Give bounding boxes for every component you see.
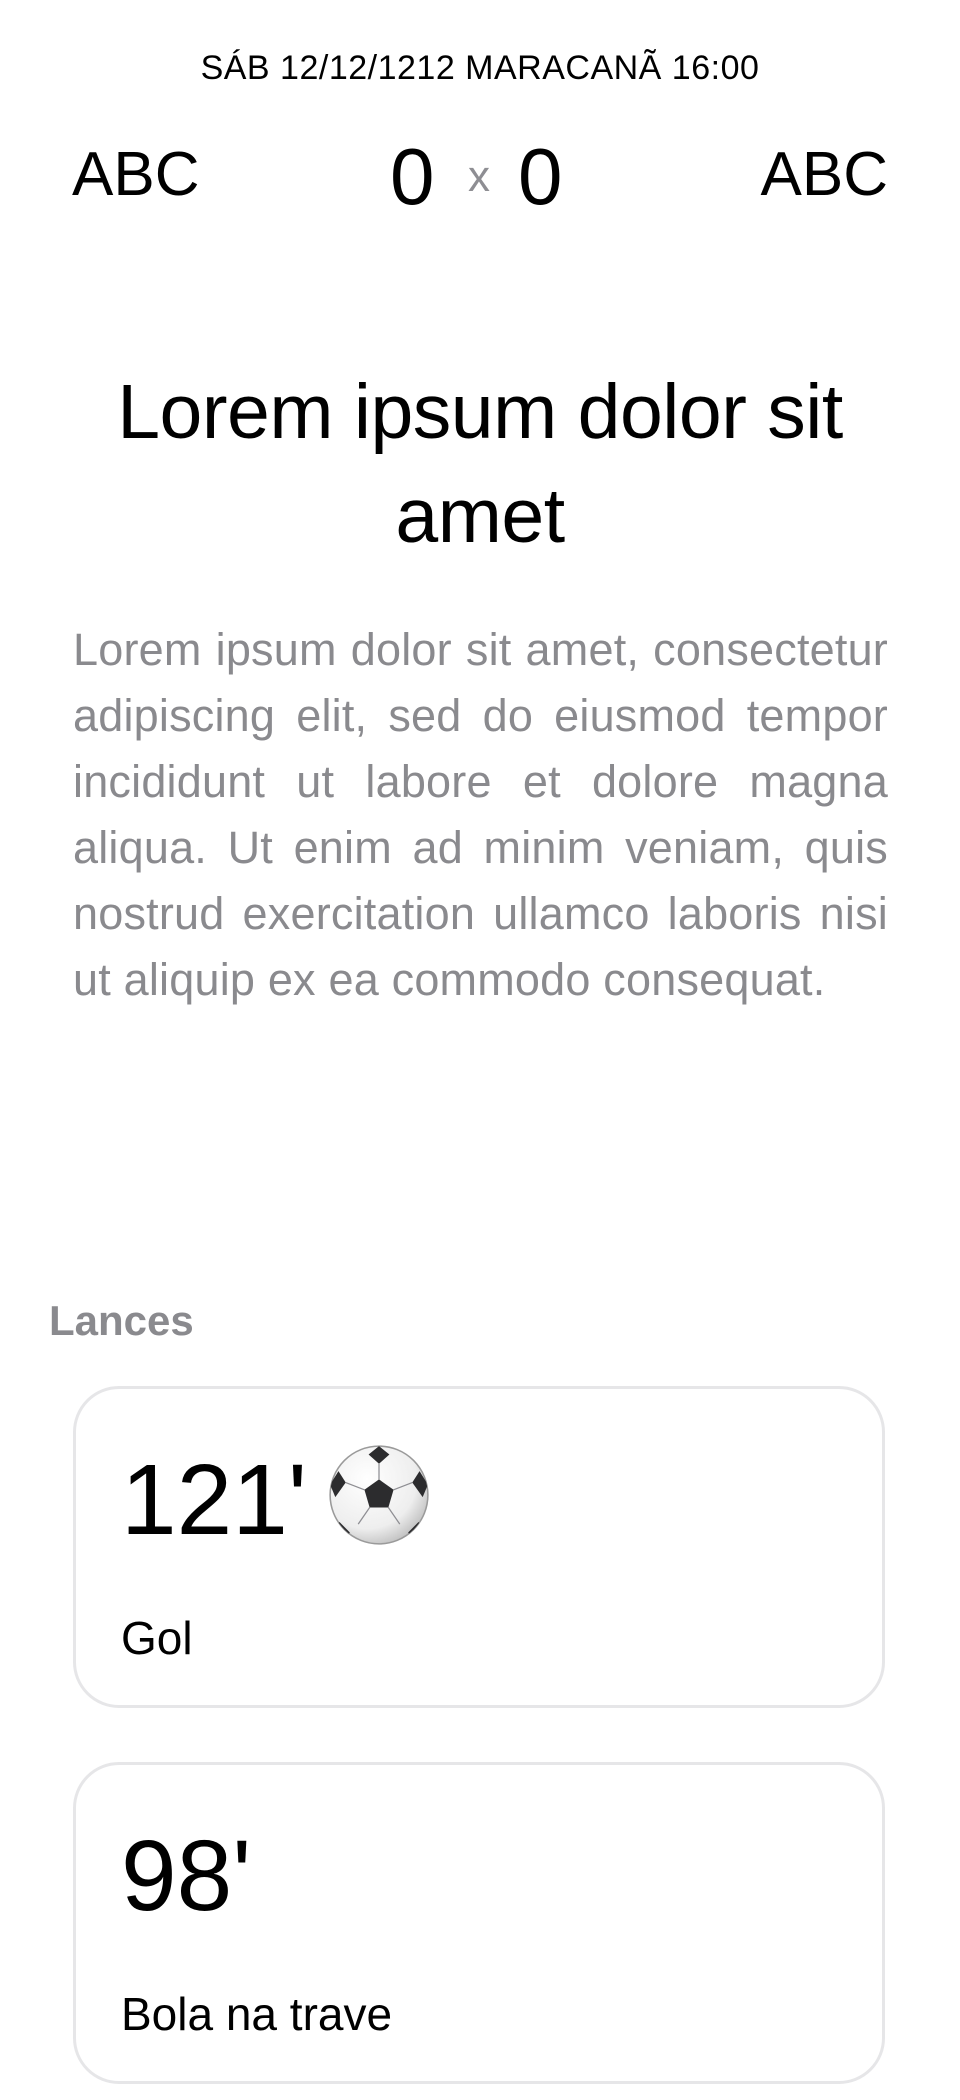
away-score: 0 xyxy=(518,132,563,221)
home-team-name: ABC xyxy=(72,140,200,209)
play-card[interactable]: 98' Bola na trave xyxy=(73,1762,885,2084)
home-score: 0 xyxy=(390,132,435,221)
play-label: Gol xyxy=(121,1612,193,1664)
section-title-plays: Lances xyxy=(49,1297,194,1344)
play-minute: 98' xyxy=(121,1820,252,1932)
soccer-ball-icon xyxy=(329,1445,429,1545)
play-minute: 121' xyxy=(121,1444,307,1556)
article-body: Lorem ipsum dolor sit amet, consectetur … xyxy=(73,624,888,1005)
score-separator: x xyxy=(468,152,490,201)
play-label: Bola na trave xyxy=(121,1988,393,2040)
away-team-name: ABC xyxy=(760,140,888,209)
play-card[interactable]: 121' Gol xyxy=(73,1386,885,1708)
article-title: Lorem ipsum dolor sit amet xyxy=(117,369,843,559)
match-info: SÁB 12/12/1212 MARACANÃ 16:00 xyxy=(200,49,760,87)
